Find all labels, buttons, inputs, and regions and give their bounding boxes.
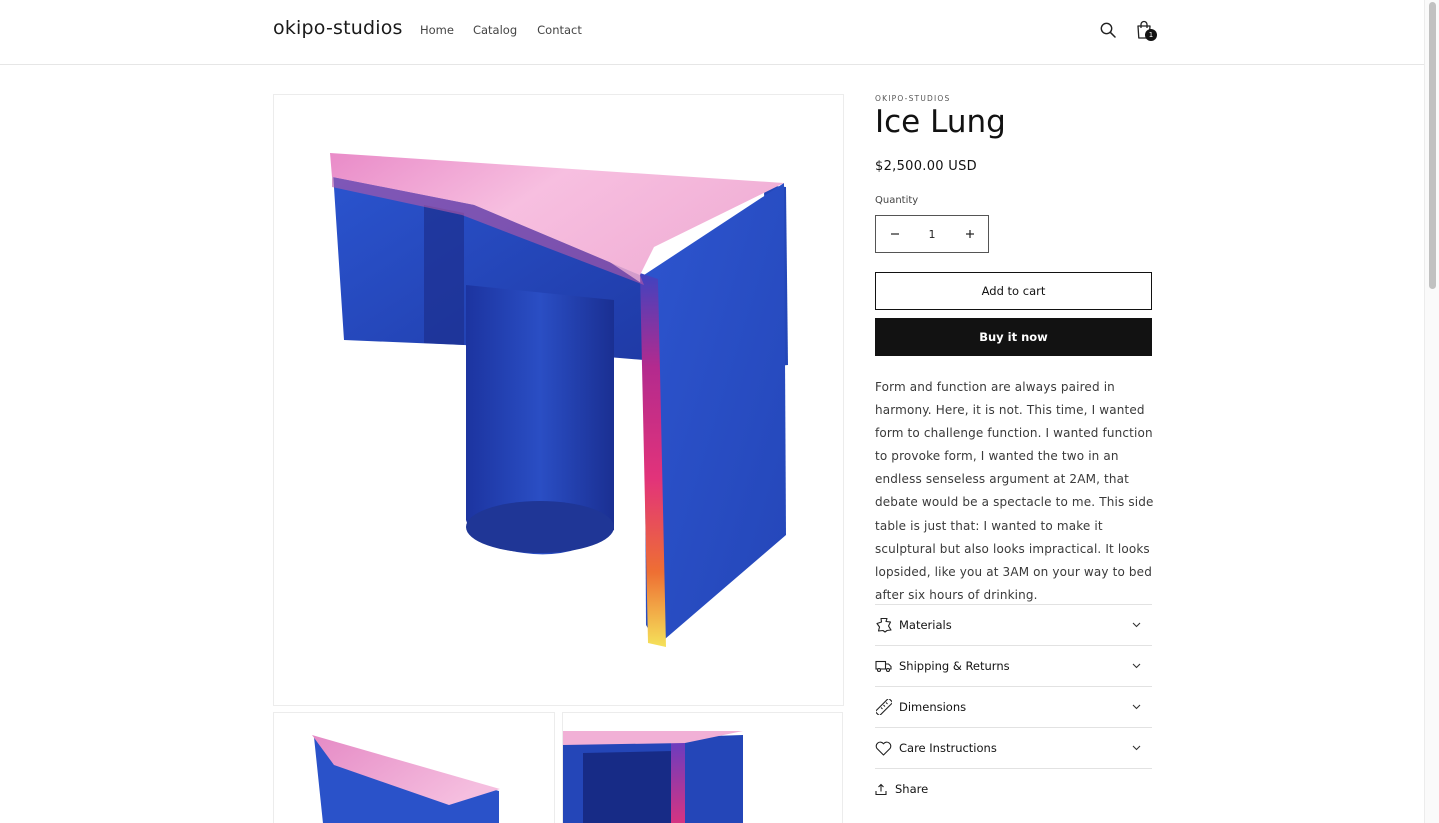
quantity-increase-button[interactable]: [951, 216, 988, 252]
page-scrollbar[interactable]: [1424, 0, 1439, 823]
cart-count-badge: 1: [1145, 29, 1157, 41]
product-vendor: OKIPO-STUDIOS: [875, 94, 951, 103]
quantity-decrease-button[interactable]: [876, 216, 913, 252]
materials-icon: [875, 617, 892, 634]
accordion-care-instructions[interactable]: Care Instructions: [875, 727, 1152, 769]
accordion-materials[interactable]: Materials: [875, 604, 1152, 645]
chevron-down-icon: [1131, 620, 1141, 630]
accordion-label: Shipping & Returns: [899, 659, 1010, 673]
search-button[interactable]: [1097, 18, 1119, 42]
accordion-label: Dimensions: [899, 700, 967, 714]
minus-icon: [890, 233, 899, 235]
product-thumbnail-1[interactable]: [273, 712, 555, 823]
product-price: $2,500.00 USD: [875, 159, 977, 174]
main-nav: Home Catalog Contact: [420, 23, 602, 37]
side-table-illustration: [330, 153, 788, 647]
thumbnail-top-view: [312, 735, 500, 823]
heart-icon: [875, 740, 892, 757]
product-title: Ice Lung: [875, 104, 1006, 140]
quantity-stepper: [875, 215, 989, 253]
buy-now-button[interactable]: Buy it now: [875, 318, 1152, 356]
chevron-down-icon: [1131, 661, 1141, 671]
store-logo[interactable]: okipo-studios: [273, 17, 403, 39]
share-button[interactable]: Share: [875, 782, 928, 796]
accordion-label: Materials: [899, 618, 952, 632]
accordion-label: Care Instructions: [899, 741, 997, 755]
accordion-dimensions[interactable]: Dimensions: [875, 686, 1152, 727]
nav-catalog[interactable]: Catalog: [473, 23, 517, 37]
plus-icon: [965, 230, 974, 238]
chevron-down-icon: [1131, 702, 1141, 712]
ruler-icon: [875, 699, 892, 716]
truck-icon: [875, 658, 892, 675]
quantity-label: Quantity: [875, 195, 919, 206]
quantity-input[interactable]: [913, 216, 951, 252]
thumbnail-side-view: [563, 731, 743, 823]
product-description: Form and function are always paired in h…: [875, 380, 1154, 602]
search-icon: [1100, 22, 1116, 38]
product-thumbnail-2[interactable]: [562, 712, 843, 823]
accordion-shipping-returns[interactable]: Shipping & Returns: [875, 645, 1152, 686]
nav-home[interactable]: Home: [420, 23, 454, 37]
product-main-image[interactable]: [273, 94, 844, 706]
chevron-down-icon: [1131, 743, 1141, 753]
site-header: okipo-studios Home Catalog Contact 1: [0, 0, 1424, 65]
share-label: Share: [895, 782, 929, 796]
share-icon: [875, 783, 887, 795]
add-to-cart-button[interactable]: Add to cart: [875, 272, 1152, 310]
nav-contact[interactable]: Contact: [537, 23, 582, 37]
scrollbar-thumb[interactable]: [1429, 2, 1436, 289]
